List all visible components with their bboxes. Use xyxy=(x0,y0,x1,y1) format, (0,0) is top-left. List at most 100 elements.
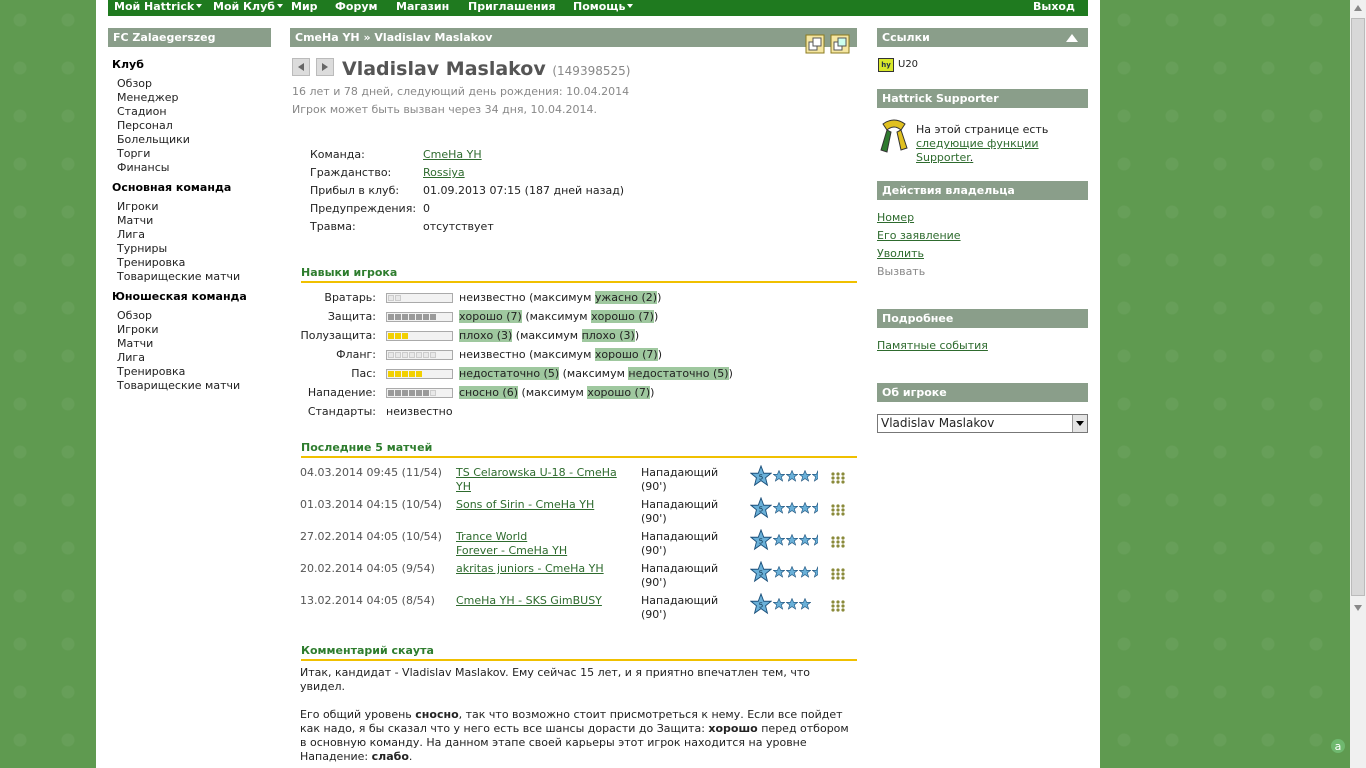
match-link[interactable]: Trance World Forever - CmeHa YH xyxy=(456,530,636,558)
info-nationality-link[interactable]: Rossiya xyxy=(423,166,465,179)
scroll-down-icon[interactable] xyxy=(1352,602,1364,614)
sidebar-club-finances[interactable]: Финансы xyxy=(117,161,169,174)
skill-value-part: ) xyxy=(634,329,640,342)
chevron-down-icon xyxy=(1076,421,1084,426)
nav-forum[interactable]: Форум xyxy=(335,0,378,16)
sidebar-youth-training[interactable]: Тренировка xyxy=(117,365,185,378)
match-link-line[interactable]: TS Celarowska U-18 - CmeHa xyxy=(456,466,636,480)
nav-shop[interactable]: Магазин xyxy=(396,0,449,16)
nav-help[interactable]: Помощь xyxy=(573,0,634,16)
sidebar-club-manager[interactable]: Менеджер xyxy=(117,91,178,104)
logout-link[interactable]: Выход xyxy=(1033,0,1075,16)
sidebar-senior-players[interactable]: Игроки xyxy=(117,200,159,213)
nav-my-club[interactable]: Мой Клуб xyxy=(213,0,283,16)
info-injury-value: отсутствует xyxy=(423,220,494,233)
skill-bar-segment xyxy=(395,314,401,320)
sidebar-senior-matches[interactable]: Матчи xyxy=(117,214,153,227)
next-player-button[interactable] xyxy=(316,58,334,76)
supporter-features-link[interactable]: следующие функции Supporter. xyxy=(916,137,1066,165)
skill-value-part: неизвестно xyxy=(459,348,526,361)
match-link-line[interactable]: CmeHa YH - SKS GimBUSY xyxy=(456,594,636,608)
match-link[interactable]: TS Celarowska U-18 - CmeHa YH xyxy=(456,466,636,494)
player-select[interactable]: Vladislav Maslakov xyxy=(877,414,1088,433)
match-link-line[interactable]: Forever - CmeHa YH xyxy=(456,544,636,558)
sidebar-youth-players[interactable]: Игроки xyxy=(117,323,159,336)
match-minutes: (90') xyxy=(641,480,667,493)
skill-bar-segment xyxy=(430,314,436,320)
match-details-icon[interactable] xyxy=(831,504,845,516)
skill-value: недостаточно (5) (максимум недостаточно … xyxy=(459,367,733,380)
owner-number-link[interactable]: Номер xyxy=(877,211,914,224)
match-link[interactable]: akritas juniors - CmeHa YH xyxy=(456,562,636,576)
select-dropdown-button[interactable] xyxy=(1072,415,1087,432)
sidebar-youth-overview[interactable]: Обзор xyxy=(117,309,152,322)
sidebar-senior-cups[interactable]: Турниры xyxy=(117,242,167,255)
skill-bar-segment xyxy=(402,371,408,377)
skill-name: Стандарты: xyxy=(307,405,376,418)
chevron-down-icon xyxy=(276,4,283,8)
sidebar-club-staff[interactable]: Персонал xyxy=(117,119,173,132)
transfer-compare-icon[interactable] xyxy=(830,34,850,54)
match-details-icon[interactable] xyxy=(831,600,845,612)
collapse-up-icon[interactable] xyxy=(1066,33,1078,42)
skill-bar-segment xyxy=(416,314,422,320)
match-details-icon[interactable] xyxy=(831,536,845,548)
sidebar-youth-matches[interactable]: Матчи xyxy=(117,337,153,350)
scrollbar-thumb[interactable] xyxy=(1351,18,1365,596)
compare-icon[interactable] xyxy=(805,34,825,54)
sidebar-club-fans[interactable]: Болельщики xyxy=(117,133,190,146)
u20-link[interactable]: U20 xyxy=(898,59,918,70)
skill-value-part: ) xyxy=(657,291,662,304)
match-link-line[interactable]: Sons of Sirin - CmeHa YH xyxy=(456,498,636,512)
nav-world[interactable]: Мир xyxy=(291,0,318,16)
hattrick-youth-logo[interactable]: hy xyxy=(878,58,894,72)
scroll-up-icon[interactable] xyxy=(1352,2,1364,14)
sidebar-youth-league[interactable]: Лига xyxy=(117,351,145,364)
skill-bar-segment xyxy=(402,333,408,339)
sidebar-youth-friendlies[interactable]: Товарищеские матчи xyxy=(117,379,240,392)
owner-statement-link[interactable]: Его заявление xyxy=(877,229,961,242)
skill-bar xyxy=(386,388,453,398)
skill-bar-segment xyxy=(388,371,394,377)
breadcrumb-team[interactable]: CmeHa YH xyxy=(295,31,360,44)
nav-my-hattrick[interactable]: Мой Hattrick xyxy=(114,0,203,16)
match-position-name: Нападающий xyxy=(641,594,719,607)
skill-value-part: плохо (3) xyxy=(459,329,513,342)
breadcrumb: CmeHa YH » Vladislav Maslakov xyxy=(290,28,857,47)
skill-bar-segment xyxy=(430,352,436,358)
prev-player-button[interactable] xyxy=(292,58,310,76)
sidebar-senior-friendlies[interactable]: Товарищеские матчи xyxy=(117,270,240,283)
sidebar-senior-training[interactable]: Тренировка xyxy=(117,256,185,269)
links-box-header[interactable]: Ссылки xyxy=(877,28,1088,47)
match-details-icon[interactable] xyxy=(831,472,845,484)
owner-fire-link[interactable]: Уволить xyxy=(877,247,924,260)
extension-a-icon[interactable]: a xyxy=(1330,738,1346,754)
match-link[interactable]: Sons of Sirin - CmeHa YH xyxy=(456,498,636,512)
svg-text:5: 5 xyxy=(759,569,764,578)
skill-value-part: ) xyxy=(650,386,655,399)
nav-invitations[interactable]: Приглашения xyxy=(468,0,556,16)
skill-value-part: хорошо (7) xyxy=(591,310,654,323)
match-link-line[interactable]: YH xyxy=(456,480,636,494)
skill-value-part: ) xyxy=(657,348,662,361)
sidebar-section-youth: Юношеская команда xyxy=(112,290,247,303)
skill-name: Вратарь: xyxy=(324,291,376,304)
sidebar-club-transfers[interactable]: Торги xyxy=(117,147,150,160)
skill-value-part: (максимум xyxy=(521,310,592,323)
memorable-events-link[interactable]: Памятные события xyxy=(877,339,988,352)
match-link[interactable]: CmeHa YH - SKS GimBUSY xyxy=(456,594,636,608)
sidebar-club-overview[interactable]: Обзор xyxy=(117,77,152,90)
sidebar-senior-league[interactable]: Лига xyxy=(117,228,145,241)
skill-value-part: хорошо (7) xyxy=(459,310,522,323)
sidebar-club-stadium[interactable]: Стадион xyxy=(117,105,167,118)
skill-bar xyxy=(386,293,453,303)
match-position: Нападающий (90') xyxy=(641,594,718,622)
match-link-line[interactable]: akritas juniors - CmeHa YH xyxy=(456,562,636,576)
match-link-line[interactable]: Trance World xyxy=(456,530,636,544)
chevron-down-icon xyxy=(196,4,203,8)
skill-value-part: недостаточно (5) xyxy=(628,367,729,380)
info-team-link[interactable]: CmeHa YH xyxy=(423,148,482,161)
match-details-icon[interactable] xyxy=(831,568,845,580)
skill-bar-segment xyxy=(416,390,422,396)
match-date: 20.02.2014 04:05 (9/54) xyxy=(300,562,435,575)
